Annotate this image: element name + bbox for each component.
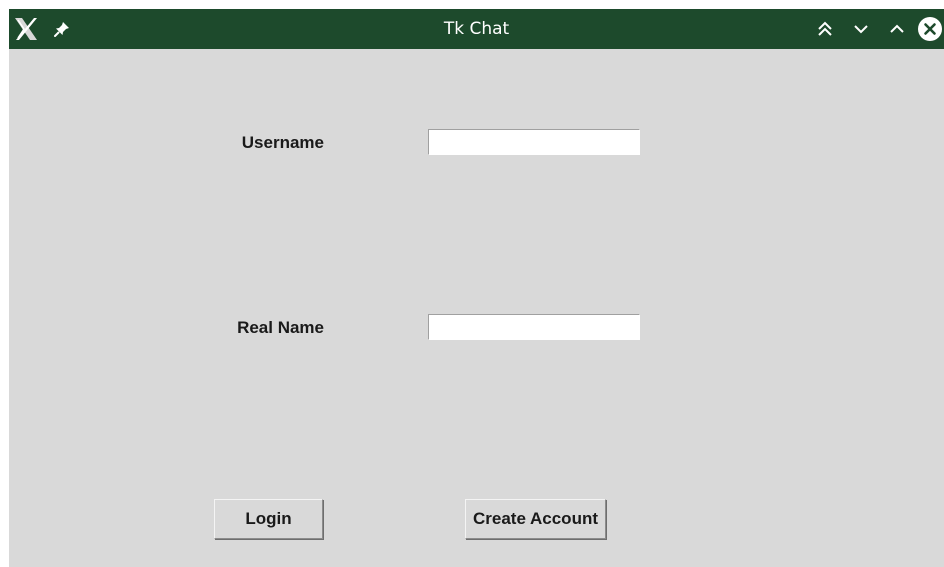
- close-circle-icon[interactable]: [916, 16, 944, 42]
- chevron-up-icon[interactable]: [886, 16, 908, 42]
- chevron-down-icon[interactable]: [850, 16, 872, 42]
- tk-chat-window: Tk Chat Username Real Name Login Create …: [9, 9, 944, 567]
- title-bar[interactable]: Tk Chat: [9, 9, 944, 49]
- window-title: Tk Chat: [443, 19, 510, 39]
- real-name-label: Real Name: [237, 318, 324, 337]
- login-button[interactable]: Login: [214, 499, 323, 539]
- real-name-input[interactable]: [428, 314, 640, 340]
- username-label: Username: [241, 133, 324, 152]
- double-chevron-up-icon[interactable]: [813, 16, 837, 42]
- username-input[interactable]: [428, 129, 640, 155]
- create-account-button[interactable]: Create Account: [465, 499, 606, 539]
